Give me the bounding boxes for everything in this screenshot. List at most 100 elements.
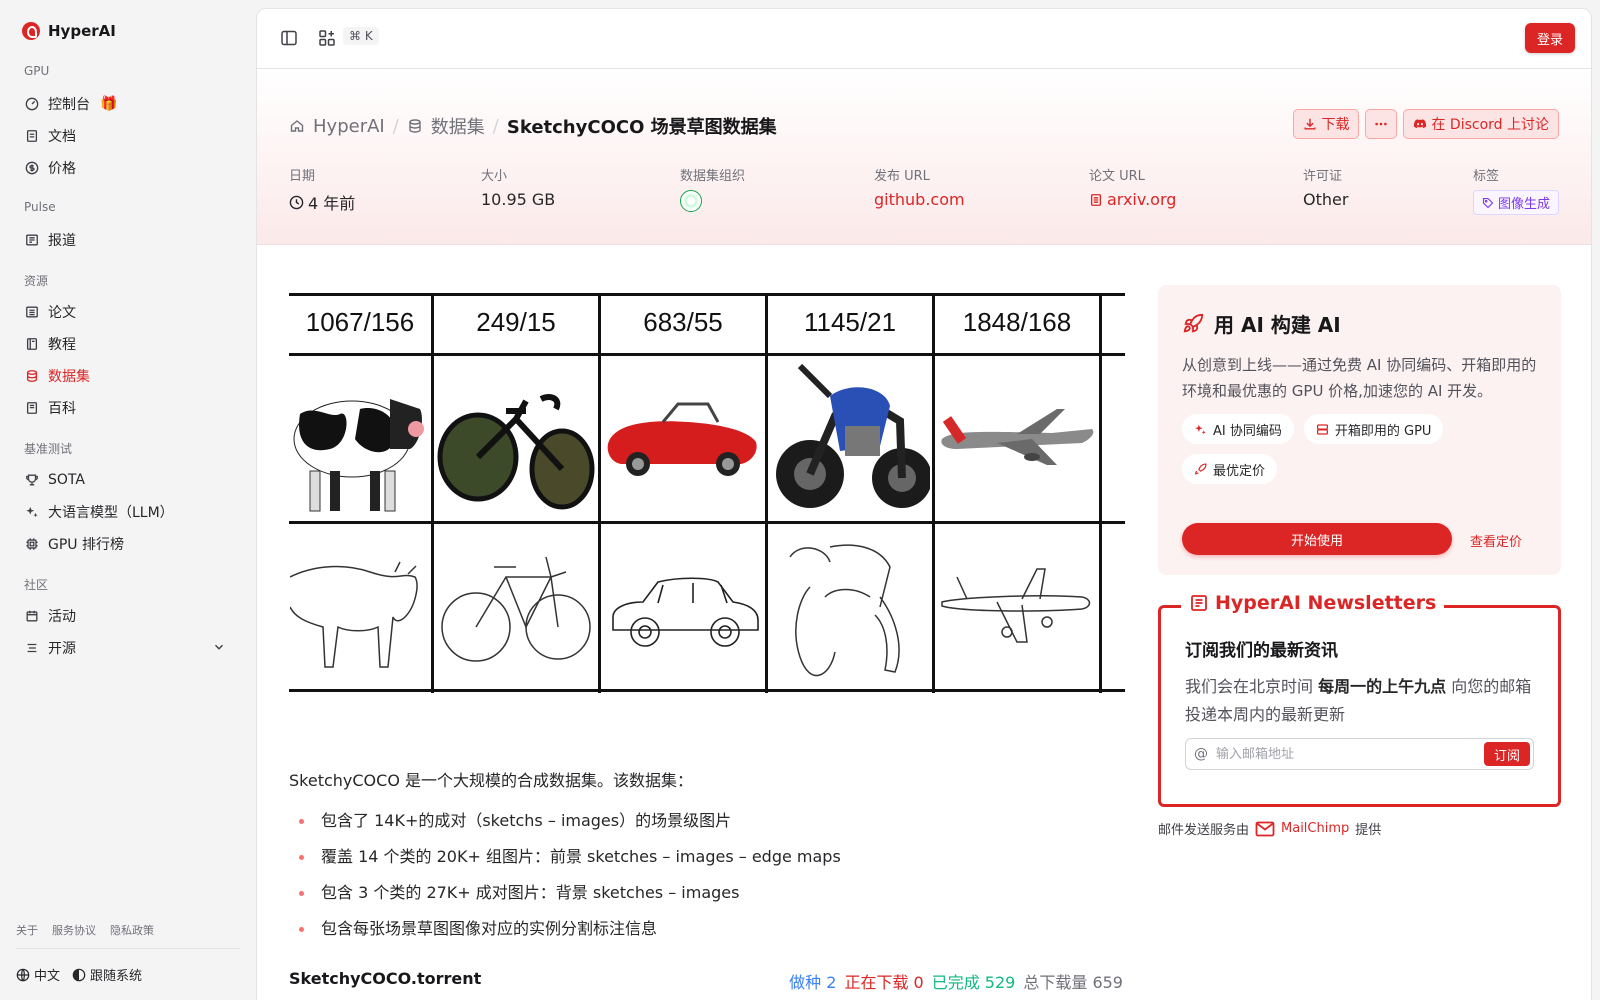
meta-org: 数据集组织 — [680, 165, 745, 212]
list-item: 包含 3 个类的 27K+ 成对图片：背景 sketches – images — [289, 881, 841, 917]
torrent-filename[interactable]: SketchyCOCO.torrent — [289, 969, 481, 988]
discord-button[interactable]: 在 Discord 上讨论 — [1403, 109, 1559, 139]
chevron-down-icon[interactable] — [212, 640, 226, 654]
get-started-button[interactable]: 开始使用 — [1182, 523, 1452, 555]
dataset-header: HyperAI / 数据集 / SketchyCOCO 场景草图数据集 下载 在… — [257, 69, 1591, 245]
promo-title: 用 AI 构建 AI — [1182, 309, 1537, 338]
grid-header: 249/15 — [476, 307, 556, 337]
breadcrumb-datasets[interactable]: 数据集 — [431, 113, 485, 139]
sidebar-item-console[interactable]: 控制台 🎁 — [16, 89, 240, 119]
release-url-link[interactable]: github.com — [874, 190, 965, 209]
sidebar-item-tutorials[interactable]: 教程 — [16, 329, 240, 359]
meta-paper-url: 论文 URL arxiv.org — [1089, 165, 1176, 209]
calendar-icon — [24, 608, 40, 624]
grid-header: 683/55 — [643, 307, 723, 337]
newsletter-heading: 订阅我们的最新资讯 — [1185, 641, 1338, 661]
paper-url-link[interactable]: arxiv.org — [1089, 190, 1176, 209]
privacy-link[interactable]: 隐私政策 — [110, 922, 154, 938]
gauge-icon — [24, 96, 40, 112]
theme-switch[interactable]: 跟随系统 — [72, 965, 142, 984]
login-button[interactable]: 登录 — [1525, 23, 1575, 53]
command-shortcut[interactable]: ⌘ K — [343, 27, 379, 45]
globe-icon — [16, 968, 30, 981]
language-label: 中文 — [34, 969, 61, 984]
subscribe-button[interactable]: 订阅 — [1484, 742, 1530, 766]
section-gpu: GPU — [24, 64, 50, 78]
sidebar-item-gpu-rank[interactable]: GPU 排行榜 — [16, 529, 240, 559]
apps-grid-icon[interactable] — [317, 28, 337, 48]
meta-label: 论文 URL — [1089, 169, 1145, 184]
home-icon — [290, 120, 304, 132]
sidebar-item-label: 文档 — [48, 129, 76, 145]
chip-ai-coding: AI 协同编码 — [1182, 414, 1294, 444]
photo-cow — [289, 356, 431, 521]
meta-date: 日期 4 年前 — [289, 165, 355, 214]
discord-label: 在 Discord 上讨论 — [1431, 117, 1549, 133]
chip-label: AI 协同编码 — [1213, 423, 1282, 439]
about-link[interactable]: 关于 — [16, 922, 38, 938]
breadcrumb: HyperAI / 数据集 / SketchyCOCO 场景草图数据集 — [289, 113, 777, 139]
main-panel: ⌘ K 登录 HyperAI / 数据集 / SketchyCOCO 场景草图数… — [256, 8, 1592, 1000]
download-button[interactable]: 下载 — [1293, 109, 1360, 139]
view-pricing-link[interactable]: 查看定价 — [1470, 531, 1522, 550]
sketch-bicycle — [434, 524, 598, 689]
sidebar-item-opensource[interactable]: 开源 — [16, 633, 240, 663]
sidebar-item-label: SOTA — [48, 472, 85, 488]
promo-heading: 用 AI 构建 AI — [1214, 313, 1341, 337]
email-subscribe-form: @ 订阅 — [1185, 738, 1534, 770]
hyperai-logo-icon — [22, 22, 40, 40]
tag-badge[interactable]: 图像生成 — [1473, 190, 1560, 215]
brand-name: HyperAI — [48, 22, 116, 40]
terms-link[interactable]: 服务协议 — [52, 922, 96, 938]
sidebar-item-events[interactable]: 活动 — [16, 601, 240, 631]
seeding-count: 做种 2 — [789, 973, 837, 992]
sparkles-icon — [24, 504, 40, 520]
license-value: Other — [1303, 190, 1349, 209]
sidebar-item-sota[interactable]: SOTA — [16, 465, 240, 495]
mail-note-text: 提供 — [1355, 823, 1382, 838]
sidebar-toggle-icon[interactable] — [279, 28, 299, 48]
newspaper-icon — [1191, 595, 1207, 611]
sidebar-item-llm[interactable]: 大语言模型（LLM） — [16, 497, 240, 527]
brand-logo-link[interactable]: HyperAI — [22, 22, 116, 40]
language-switch[interactable]: 中文 — [16, 965, 60, 984]
gift-icon: 🎁 — [100, 96, 118, 112]
list-item: 包含了 14K+的成对（sketchs – images）的场景级图片 — [289, 809, 841, 845]
theme-label: 跟随系统 — [90, 969, 143, 984]
email-input[interactable] — [1216, 746, 1484, 762]
meta-value: 4 年前 — [289, 190, 355, 214]
sidebar-item-datasets[interactable]: 数据集 — [16, 361, 240, 391]
newsletter-legend: HyperAI Newsletters — [1181, 592, 1445, 614]
organization-avatar[interactable] — [680, 190, 702, 212]
mailchimp-note: 邮件发送服务由 MailChimp 提供 — [1158, 819, 1381, 838]
meta-label: 数据集组织 — [680, 169, 746, 184]
trophy-icon — [24, 472, 40, 488]
sample-grid: 1067/156 249/15 683/55 1145/21 1848/168 — [289, 293, 1125, 693]
sparkles-icon — [1195, 424, 1206, 434]
database-icon — [409, 119, 421, 133]
promo-description: 从创意到上线——通过免费 AI 协同编码、开箱即用的环境和最优惠的 GPU 价格… — [1182, 356, 1537, 400]
theme-contrast-icon — [72, 968, 86, 981]
download-icon — [1304, 118, 1316, 130]
breadcrumb-separator: / — [392, 115, 399, 137]
more-horizontal-icon — [1375, 122, 1388, 126]
grid-header: 1145/21 — [803, 307, 897, 337]
downloading-count: 正在下载 0 — [844, 973, 924, 992]
mailchimp-link[interactable]: MailChimp — [1281, 821, 1349, 836]
sidebar-item-pricing[interactable]: 价格 — [16, 153, 240, 183]
sidebar-item-docs[interactable]: 文档 — [16, 121, 240, 151]
sidebar-item-reports[interactable]: 报道 — [16, 225, 240, 255]
list-item: 包含每张场景草图图像对应的实例分割标注信息 — [289, 917, 841, 953]
sidebar: HyperAI GPU 控制台 🎁 文档 价格 Pulse 报道 资源 论文 教… — [0, 0, 256, 1000]
more-button[interactable] — [1365, 109, 1398, 139]
sidebar-item-papers[interactable]: 论文 — [16, 297, 240, 327]
sidebar-item-wiki[interactable]: 百科 — [16, 393, 240, 423]
breadcrumb-home[interactable]: HyperAI — [313, 116, 385, 137]
meta-release-url: 发布 URL github.com — [874, 165, 965, 209]
sidebar-item-label: 论文 — [48, 305, 76, 321]
photo-motorcycle — [768, 356, 932, 521]
meta-value: 图像生成 — [1473, 190, 1560, 215]
photo-airplane — [935, 356, 1099, 521]
meta-value — [680, 190, 745, 212]
newsletter-text: 我们会在北京时间 — [1185, 677, 1319, 696]
